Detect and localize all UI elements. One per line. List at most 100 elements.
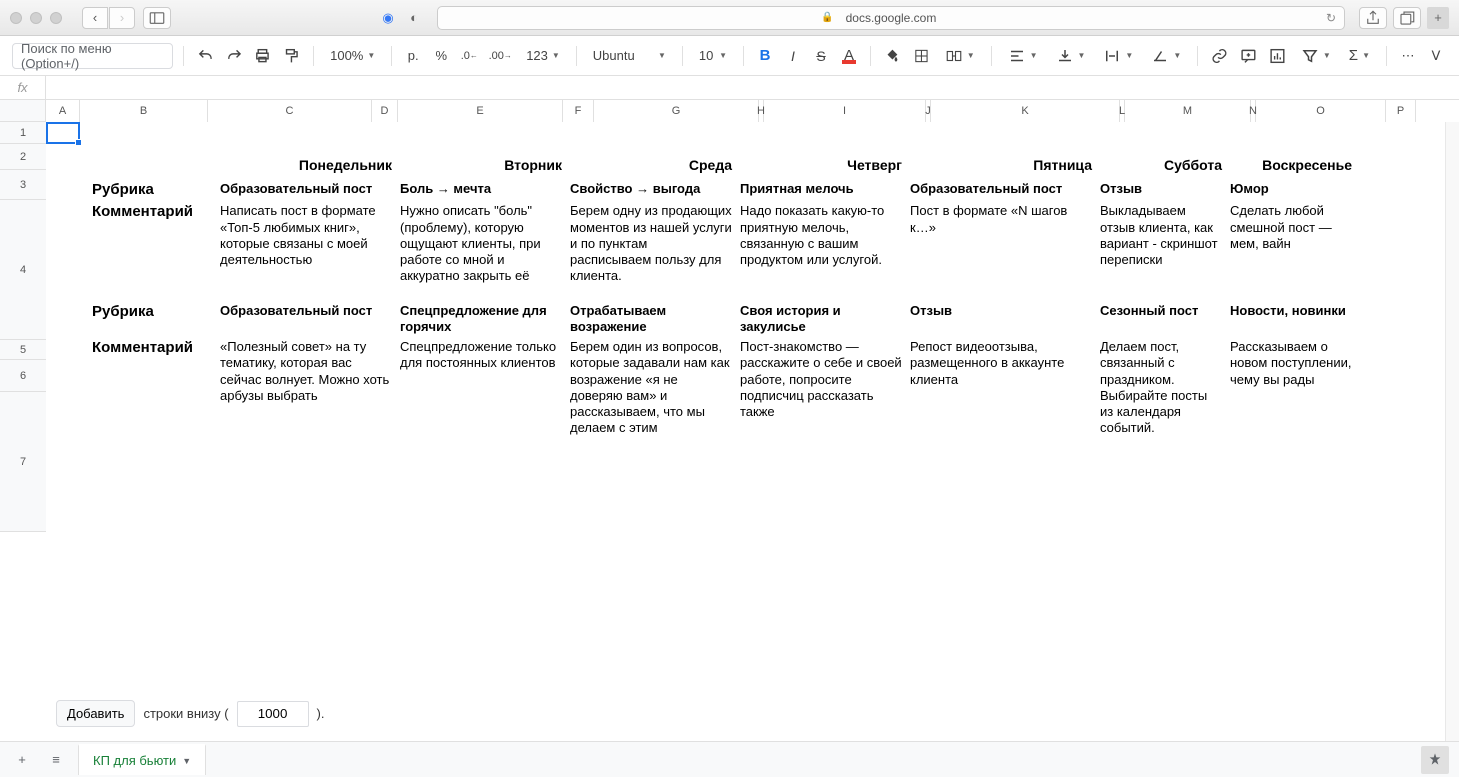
row-header[interactable]: 7: [0, 392, 46, 532]
url-text: docs.google.com: [846, 11, 937, 25]
sidebar-toggle[interactable]: [143, 7, 171, 29]
rubric-cell: Своя история и закулисье: [738, 301, 908, 338]
share-button[interactable]: [1359, 7, 1387, 29]
select-all-corner[interactable]: [0, 100, 46, 122]
text-wrap-button[interactable]: ▼: [1097, 43, 1139, 69]
text-color-button[interactable]: A: [838, 43, 860, 69]
rubric-cell: Отзыв: [908, 301, 1098, 338]
comment-cell: Делаем пост, связанный с праздником. Выб…: [1098, 337, 1228, 439]
row-header[interactable]: 5: [0, 340, 46, 360]
comment-cell: Надо показать какую-то приятную мелочь, …: [738, 201, 908, 286]
col-header[interactable]: K: [931, 100, 1120, 122]
tabs-button[interactable]: [1393, 7, 1421, 29]
formula-input[interactable]: [46, 76, 1459, 99]
insert-link-button[interactable]: [1208, 43, 1231, 69]
format-currency[interactable]: р.: [402, 43, 424, 69]
comment-cell: Репост видеоотзыва, размещенного в аккау…: [908, 337, 1098, 439]
bold-button[interactable]: B: [754, 43, 776, 69]
decrease-decimal[interactable]: .0←: [458, 43, 480, 69]
undo-button[interactable]: [194, 43, 217, 69]
comment-cell: Берем одну из продающих моментов из наше…: [568, 201, 738, 286]
rubric-cell: Образовательный пост: [218, 179, 398, 202]
close-window[interactable]: [10, 12, 22, 24]
redo-button[interactable]: [223, 43, 246, 69]
insert-comment-button[interactable]: [1237, 43, 1260, 69]
add-sheet-button[interactable]: +: [10, 748, 34, 772]
sheet-tabs-bar: + ≡ КП для бьюти ▼: [0, 741, 1459, 777]
comment-cell: Пост-знакомство — расскажите о себе и св…: [738, 337, 908, 439]
format-percent[interactable]: %: [430, 43, 452, 69]
collapse-toolbar-button[interactable]: ᐯ: [1425, 43, 1447, 69]
day-header: Вторник: [398, 155, 568, 179]
add-rows-input[interactable]: [237, 701, 309, 727]
filter-button[interactable]: ▼: [1295, 43, 1337, 69]
add-rows-button[interactable]: Добавить: [56, 700, 135, 727]
insert-chart-button[interactable]: [1266, 43, 1289, 69]
spreadsheet-grid[interactable]: A B C D E F G H I J K L M N O P 1 2 3 4 …: [0, 100, 1459, 532]
col-header[interactable]: P: [1386, 100, 1416, 122]
menu-search[interactable]: Поиск по меню (Option+/): [12, 43, 173, 69]
font-size-dropdown[interactable]: 10▼: [693, 43, 733, 69]
comment-cell: Спецпредложение только для постоянных кл…: [398, 337, 568, 439]
row-label: Рубрика: [90, 179, 218, 202]
col-header[interactable]: F: [563, 100, 594, 122]
rubric-cell: Юмор: [1228, 179, 1358, 202]
col-header[interactable]: D: [372, 100, 398, 122]
col-header[interactable]: M: [1125, 100, 1251, 122]
merge-cells-button[interactable]: ▼: [939, 43, 981, 69]
italic-button[interactable]: I: [782, 43, 804, 69]
rubric-cell: Приятная мелочь: [738, 179, 908, 202]
row-header[interactable]: 3: [0, 170, 46, 200]
row-header[interactable]: 2: [0, 144, 46, 170]
row-label: Комментарий: [90, 201, 218, 286]
address-icons: ◉ ◐: [379, 10, 423, 26]
maximize-window[interactable]: [50, 12, 62, 24]
minimize-window[interactable]: [30, 12, 42, 24]
zoom-dropdown[interactable]: 100%▼: [324, 43, 381, 69]
borders-button[interactable]: [910, 43, 933, 69]
functions-button[interactable]: Σ▼: [1343, 43, 1376, 69]
reader-icon[interactable]: ◐: [405, 10, 423, 26]
add-rows-label2: ).: [317, 706, 325, 721]
comment-cell: Написать пост в формате «Топ-5 любимых к…: [218, 201, 398, 286]
formula-bar: fx: [0, 76, 1459, 100]
all-sheets-button[interactable]: ≡: [44, 748, 68, 772]
col-header[interactable]: B: [80, 100, 208, 122]
row-header[interactable]: 4: [0, 200, 46, 340]
new-tab-button[interactable]: +: [1427, 7, 1449, 29]
number-format-dropdown[interactable]: 123▼: [520, 43, 566, 69]
vertical-align-button[interactable]: ▼: [1050, 43, 1092, 69]
row-header[interactable]: 6: [0, 360, 46, 392]
row-header[interactable]: 1: [0, 122, 46, 144]
col-header[interactable]: G: [594, 100, 759, 122]
explore-button[interactable]: [1421, 746, 1449, 774]
rubric-cell: Боль → мечта: [398, 179, 568, 202]
rubric-cell: Свойство → выгода: [568, 179, 738, 202]
print-button[interactable]: [251, 43, 274, 69]
sheet-tab-menu-icon[interactable]: ▼: [182, 756, 191, 766]
shield-icon[interactable]: ◉: [379, 10, 397, 26]
add-rows-control: Добавить строки внизу ( ).: [44, 692, 336, 735]
browser-chrome: ‹ › ◉ ◐ 🔒 docs.google.com ↻ +: [0, 0, 1459, 36]
forward-button[interactable]: ›: [109, 7, 135, 29]
horizontal-align-button[interactable]: ▼: [1002, 43, 1044, 69]
rubric-cell: Новости, новинки: [1228, 301, 1358, 338]
more-button[interactable]: ⋯: [1397, 43, 1419, 69]
paint-format-button[interactable]: [280, 43, 303, 69]
col-header[interactable]: C: [208, 100, 372, 122]
fill-color-button[interactable]: [881, 43, 904, 69]
increase-decimal[interactable]: .00→: [486, 43, 514, 69]
sheet-tab[interactable]: КП для бьюти ▼: [78, 744, 206, 775]
vertical-scrollbar[interactable]: [1445, 122, 1459, 741]
font-dropdown[interactable]: Ubuntu▼: [587, 43, 672, 69]
col-header[interactable]: E: [398, 100, 563, 122]
strikethrough-button[interactable]: S: [810, 43, 832, 69]
url-bar[interactable]: 🔒 docs.google.com ↻: [437, 6, 1345, 30]
text-rotation-button[interactable]: ▼: [1145, 43, 1187, 69]
back-button[interactable]: ‹: [82, 7, 108, 29]
col-header[interactable]: I: [764, 100, 926, 122]
col-header[interactable]: A: [46, 100, 80, 122]
refresh-icon[interactable]: ↻: [1326, 11, 1336, 25]
comment-cell: Берем один из вопросов, которые задавали…: [568, 337, 738, 439]
col-header[interactable]: O: [1256, 100, 1386, 122]
